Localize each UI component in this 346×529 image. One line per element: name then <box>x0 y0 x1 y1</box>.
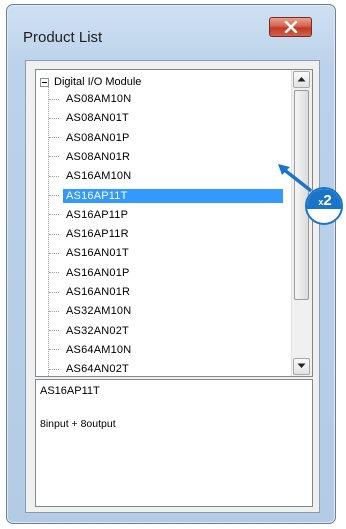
tree-connector-branch <box>49 368 59 370</box>
description-product-name: AS16AP11T <box>40 385 100 397</box>
tree-connector-branch <box>49 156 59 158</box>
tree-item-label: AS08AM10N <box>66 93 132 105</box>
step-callout-badge: x2 <box>305 187 343 225</box>
arrow-down-icon <box>297 363 306 368</box>
tree-item-label: AS16AP11T <box>63 188 283 203</box>
tree-item[interactable]: AS08AN01T <box>49 109 132 127</box>
scrollbar-thumb[interactable] <box>294 90 309 300</box>
product-list-window: Product List Digital I/O Module AS08AM10… <box>6 4 336 524</box>
pointer-arrow-icon <box>278 164 312 192</box>
tree-connector-branch <box>49 291 59 293</box>
tree-item-label: AS16AP11P <box>66 208 129 221</box>
tree-item-label: AS08AN01P <box>66 131 130 144</box>
tree-item-label: AS64AM10N <box>66 343 132 356</box>
tree-connector-branch <box>49 195 59 196</box>
tree-connector-branch <box>49 98 59 100</box>
tree-item-label: AS08AN01T <box>66 112 129 125</box>
tree-connector-branch <box>49 117 59 119</box>
window-title: Product List <box>23 29 103 46</box>
tree-item-label: AS64AN02T <box>66 363 129 376</box>
tree-connector-branch <box>49 272 59 274</box>
tree-item-label: AS08AN01R <box>66 150 131 163</box>
tree-item-label: AS32AN02T <box>66 324 129 337</box>
description-text: 8input + 8output <box>40 418 116 430</box>
tree-item[interactable]: AS64AN02T <box>49 360 132 376</box>
tree-item-label: AS16AP11R <box>66 228 129 241</box>
tree-connector-branch <box>49 252 59 254</box>
tree-item-label: AS16AM10N <box>66 170 132 183</box>
tree-connector-branch <box>49 214 59 216</box>
tree-item[interactable]: AS16AN01P <box>49 264 133 282</box>
callout-label: x2 <box>310 192 340 209</box>
tree-content: Digital I/O Module AS08AM10N AS08AN01T AS0… <box>36 70 292 376</box>
tree-item[interactable]: AS08AM10N <box>49 90 134 108</box>
tree-item[interactable]: AS16AN01T <box>49 244 132 262</box>
tree-connector-branch <box>49 137 59 139</box>
tree-root-label: Digital I/O Module <box>54 76 142 88</box>
tree-item[interactable]: AS08AN01R <box>49 148 133 166</box>
tree-item[interactable]: AS16AN01R <box>49 283 133 301</box>
tree-connector-branch <box>49 233 59 235</box>
tree-root-node[interactable]: Digital I/O Module <box>40 74 141 90</box>
description-panel: AS16AP11T 8input + 8output <box>35 379 313 507</box>
tree-vertical-scrollbar[interactable] <box>291 70 312 376</box>
tree-item-label: AS16AN01P <box>66 266 130 279</box>
tree-item[interactable]: AS16AP11R <box>49 225 132 243</box>
tree-item[interactable]: AS32AN02T <box>49 322 132 340</box>
close-button[interactable] <box>269 17 312 37</box>
arrow-up-icon <box>297 77 306 82</box>
tree-item[interactable]: AS16AP11T <box>49 187 283 205</box>
tree-connector-branch <box>49 330 59 332</box>
tree-item[interactable]: AS16AM10N <box>49 167 134 185</box>
scroll-up-button[interactable] <box>293 71 310 88</box>
tree-connector-branch <box>49 349 59 351</box>
tree-item-label: AS32AM10N <box>66 305 132 318</box>
callout-number: 2 <box>323 192 332 209</box>
tree-item[interactable]: AS64AM10N <box>49 341 134 359</box>
dialog-client-area: Digital I/O Module AS08AM10N AS08AN01T AS0… <box>25 60 320 513</box>
tree-connector-branch <box>49 175 59 177</box>
tree-item[interactable]: AS08AN01P <box>49 129 133 147</box>
close-x-icon <box>284 21 298 33</box>
tree-item-label: AS16AN01T <box>66 247 129 260</box>
tree-connector-branch <box>49 310 59 312</box>
scroll-down-button[interactable] <box>293 358 310 375</box>
product-tree[interactable]: Digital I/O Module AS08AM10N AS08AN01T AS0… <box>35 69 313 377</box>
tree-item-label: AS16AN01R <box>66 286 131 298</box>
tree-item[interactable]: AS32AM10N <box>49 302 134 320</box>
tree-item[interactable]: AS16AP11P <box>49 206 131 224</box>
